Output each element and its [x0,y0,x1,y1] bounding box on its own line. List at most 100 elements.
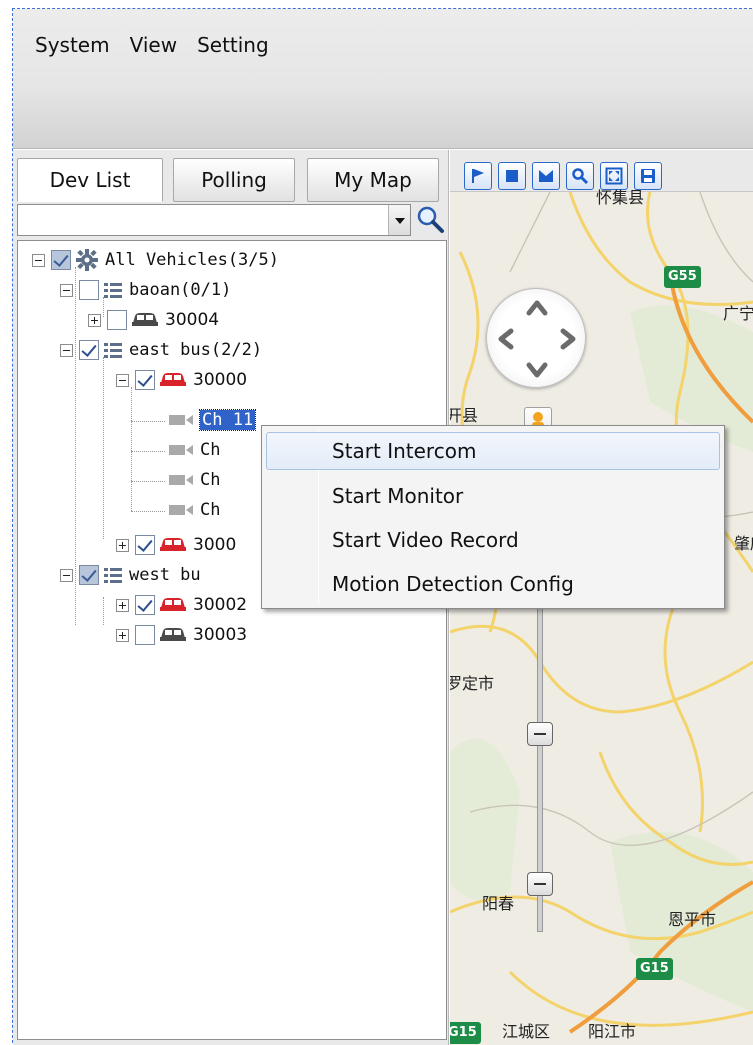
context-menu: Start Intercom Start Monitor Start Video… [261,425,725,609]
device-tree: All Vehicles(3/5) baoan(0/1) 30004 east … [17,240,447,1040]
vehicle-label: 30002 [193,595,248,615]
tree-channel-2[interactable]: Ch [168,436,220,464]
top-toolbar: System View Setting [13,9,753,149]
polygon-icon[interactable] [532,162,560,190]
tree-channel-1[interactable]: Ch 11 [168,406,257,434]
tree-group-baoan[interactable]: baoan(0/1) [60,276,231,304]
stop-icon[interactable] [498,162,526,190]
vehicle-icon [132,313,158,326]
zoom-out-icon[interactable] [527,722,553,746]
checkbox-vehicle-3000[interactable] [135,535,155,555]
group-label-east-bus: east bus(2/2) [129,340,263,360]
zoom-out-bottom-icon[interactable] [527,872,553,896]
menu-view[interactable]: View [128,33,179,57]
search-icon[interactable] [415,204,445,234]
checkbox-vehicle-30003[interactable] [135,625,155,645]
collapse-icon[interactable] [60,283,73,297]
zoom-search-icon[interactable] [566,162,594,190]
vehicle-icon [160,598,186,611]
chevron-down-icon[interactable] [388,205,410,235]
collapse-icon[interactable] [60,568,73,582]
group-label-west-bus: west bu [129,565,201,585]
channel-label: Ch [200,500,221,520]
expand-icon[interactable] [116,628,129,642]
expand-icon[interactable] [116,598,129,612]
menu-item-start-monitor[interactable]: Start Monitor [266,477,720,515]
map-label-guangning: 广宁 [723,304,753,323]
menubar: System View Setting [33,33,271,57]
checkbox-group-west-bus[interactable] [79,565,99,585]
vehicle-icon [160,373,186,386]
vehicle-label: 30004 [165,310,220,330]
map-label-zhaoqing: 肇庆 [734,534,753,553]
tree-connector [131,481,165,482]
tree-channel-3[interactable]: Ch [168,466,220,494]
list-icon [104,568,122,583]
menu-setting[interactable]: Setting [195,33,271,57]
checkbox-vehicle-30004[interactable] [107,310,127,330]
list-icon [104,283,122,298]
checkbox-vehicle-30002[interactable] [135,595,155,615]
map-label-huaiji: 怀集县 [596,188,645,207]
highway-shield-g15: G15 [636,958,673,980]
camera-icon [169,505,193,515]
expand-icon[interactable] [116,538,129,552]
tree-connector [103,357,104,539]
tree-root-label: All Vehicles(3/5) [105,250,279,270]
tree-vehicle-30004[interactable]: 30004 [88,306,219,334]
tree-group-west-bus[interactable]: west bu [60,561,201,589]
vehicle-icon [160,538,186,551]
tree-vehicle-30003[interactable]: 30003 [116,621,247,649]
tab-polling[interactable]: Polling [173,158,295,202]
tree-channel-4[interactable]: Ch [168,496,220,524]
map-label-luoding: 罗定市 [450,674,495,693]
tree-group-east-bus[interactable]: east bus(2/2) [60,336,262,364]
menu-system[interactable]: System [33,33,112,57]
menu-item-motion-detection-config[interactable]: Motion Detection Config [266,565,720,603]
group-label-baoan: baoan(0/1) [129,280,232,300]
map-label-kaixian: 开县 [450,406,479,425]
tree-root-all-vehicles[interactable]: All Vehicles(3/5) [32,246,279,274]
map-canvas[interactable]: 怀集县 广宁 开县 肇庆 罗定市 阳春 恩平市 江城区 阳江市 G55 G15 … [450,188,753,1045]
list-icon [104,343,122,358]
tab-my-map[interactable]: My Map [307,158,439,202]
tree-vehicle-30000[interactable]: 30000 [116,366,247,394]
camera-icon [169,415,193,425]
tab-dev-list[interactable]: Dev List [17,158,163,202]
tree-connector [131,511,165,512]
highway-shield-g55: G55 [664,266,701,288]
camera-icon [169,475,193,485]
pan-arrows-icon [498,300,576,378]
map-pan-control[interactable] [486,288,586,388]
search-combobox[interactable] [17,204,411,236]
checkbox-group-east-bus[interactable] [79,340,99,360]
flag-icon[interactable] [464,162,492,190]
expand-icon[interactable] [88,313,101,327]
map-label-enping: 恩平市 [668,910,717,929]
checkbox-all-vehicles[interactable] [51,250,71,270]
tree-vehicle-3000[interactable]: 3000 [116,531,236,559]
checkbox-group-baoan[interactable] [79,280,99,300]
channel-label-selected: Ch 11 [198,409,257,431]
menu-item-start-video-record[interactable]: Start Video Record [266,521,720,559]
checkbox-vehicle-30000[interactable] [135,370,155,390]
tree-connector [131,387,132,511]
collapse-icon[interactable] [116,373,129,387]
channel-label: Ch [200,440,221,460]
map-label-yangjiang: 阳江市 [588,1022,637,1041]
panel-tabs: Dev List Polling My Map [17,158,439,202]
tree-vehicle-30002[interactable]: 30002 [116,591,247,619]
vehicle-label: 30003 [193,625,248,645]
menu-item-start-intercom[interactable]: Start Intercom [266,432,720,470]
camera-icon [169,445,193,455]
vehicle-label: 3000 [193,535,237,555]
highway-shield-g15-edge: G15 [450,1022,481,1044]
tree-connector [103,597,104,625]
tree-connector [131,421,165,422]
map-label-jiangcheng: 江城区 [502,1022,551,1041]
collapse-icon[interactable] [32,253,45,267]
collapse-icon[interactable] [60,343,73,357]
gear-icon [76,249,98,271]
channel-label: Ch [200,470,221,490]
map-label-yangchun: 阳春 [482,894,515,913]
